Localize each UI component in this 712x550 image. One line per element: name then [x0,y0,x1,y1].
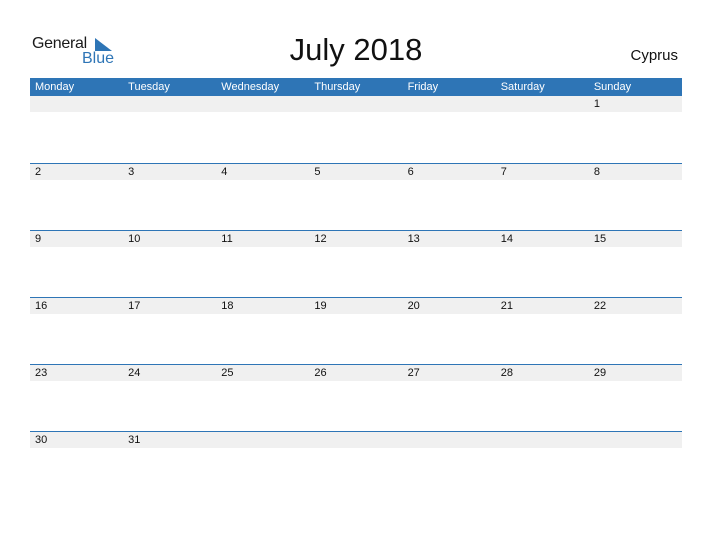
day-cell: 17 [128,300,141,312]
day-cell [589,432,682,448]
week-row: 2 3 4 5 6 7 8 [30,163,682,230]
weekday-thursday: Thursday [314,81,361,93]
weekday-sunday: Sunday [593,81,632,93]
day-cell [309,96,402,112]
week-row: 1 [30,96,682,163]
day-cell: 23 [35,367,48,379]
day-cell: 21 [500,300,513,312]
week-row: 16 17 18 19 20 21 22 [30,297,682,364]
weekday-saturday: Saturday [500,81,545,93]
day-cell: 27 [407,367,420,379]
day-cell: 22 [593,300,607,312]
country-label: Cyprus [630,47,678,64]
day-cell: 12 [314,233,327,245]
weekday-wednesday: Wednesday [221,81,280,93]
day-cell: 29 [593,367,607,379]
day-cell: 18 [221,300,234,312]
date-strip: 1 [30,96,682,112]
day-cell: 6 [407,166,414,178]
day-cell [216,96,309,112]
weekday-tuesday: Tuesday [128,81,170,93]
day-cell [496,96,589,112]
day-cell: 13 [407,233,420,245]
day-cell [403,432,496,448]
day-cell: 25 [221,367,234,379]
day-cell: 30 [35,434,48,446]
date-strip: 30 31 [30,432,682,448]
calendar-grid: Monday Tuesday Wednesday Thursday Friday… [30,78,682,498]
week-row: 9 10 11 12 13 14 15 [30,230,682,297]
date-strip: 23 24 25 26 27 28 29 [30,365,682,381]
week-row: 23 24 25 26 27 28 29 [30,364,682,431]
day-cell: 9 [35,233,42,245]
day-cell: 24 [128,367,141,379]
day-cell: 31 [128,434,141,446]
date-strip: 9 10 11 12 13 14 15 [30,231,682,247]
day-cell: 19 [314,300,327,312]
day-cell: 1 [593,98,600,110]
day-cell: 11 [221,233,233,245]
day-cell: 20 [407,300,420,312]
day-cell [403,96,496,112]
calendar-title: July 2018 [289,32,423,67]
date-strip: 2 3 4 5 6 7 8 [30,164,682,180]
day-cell: 3 [128,166,135,178]
week-row: 30 31 [30,431,682,498]
weekday-monday: Monday [35,81,75,93]
day-cell: 28 [500,367,513,379]
day-cell [309,432,402,448]
day-cell: 16 [35,300,48,312]
day-cell: 26 [314,367,327,379]
weekday-friday: Friday [407,81,439,93]
day-cell: 10 [128,233,141,245]
day-cell: 15 [593,233,607,245]
day-cell: 7 [500,166,507,178]
day-cell [496,432,589,448]
day-cell: 4 [221,166,228,178]
day-cell: 8 [593,166,600,178]
day-cell: 5 [314,166,321,178]
day-cell [216,432,309,448]
day-cell: 14 [500,233,513,245]
day-cell [30,96,123,112]
date-strip: 16 17 18 19 20 21 22 [30,298,682,314]
day-cell [123,96,216,112]
weekday-header: Monday Tuesday Wednesday Thursday Friday… [30,78,682,96]
day-cell: 2 [35,166,42,178]
